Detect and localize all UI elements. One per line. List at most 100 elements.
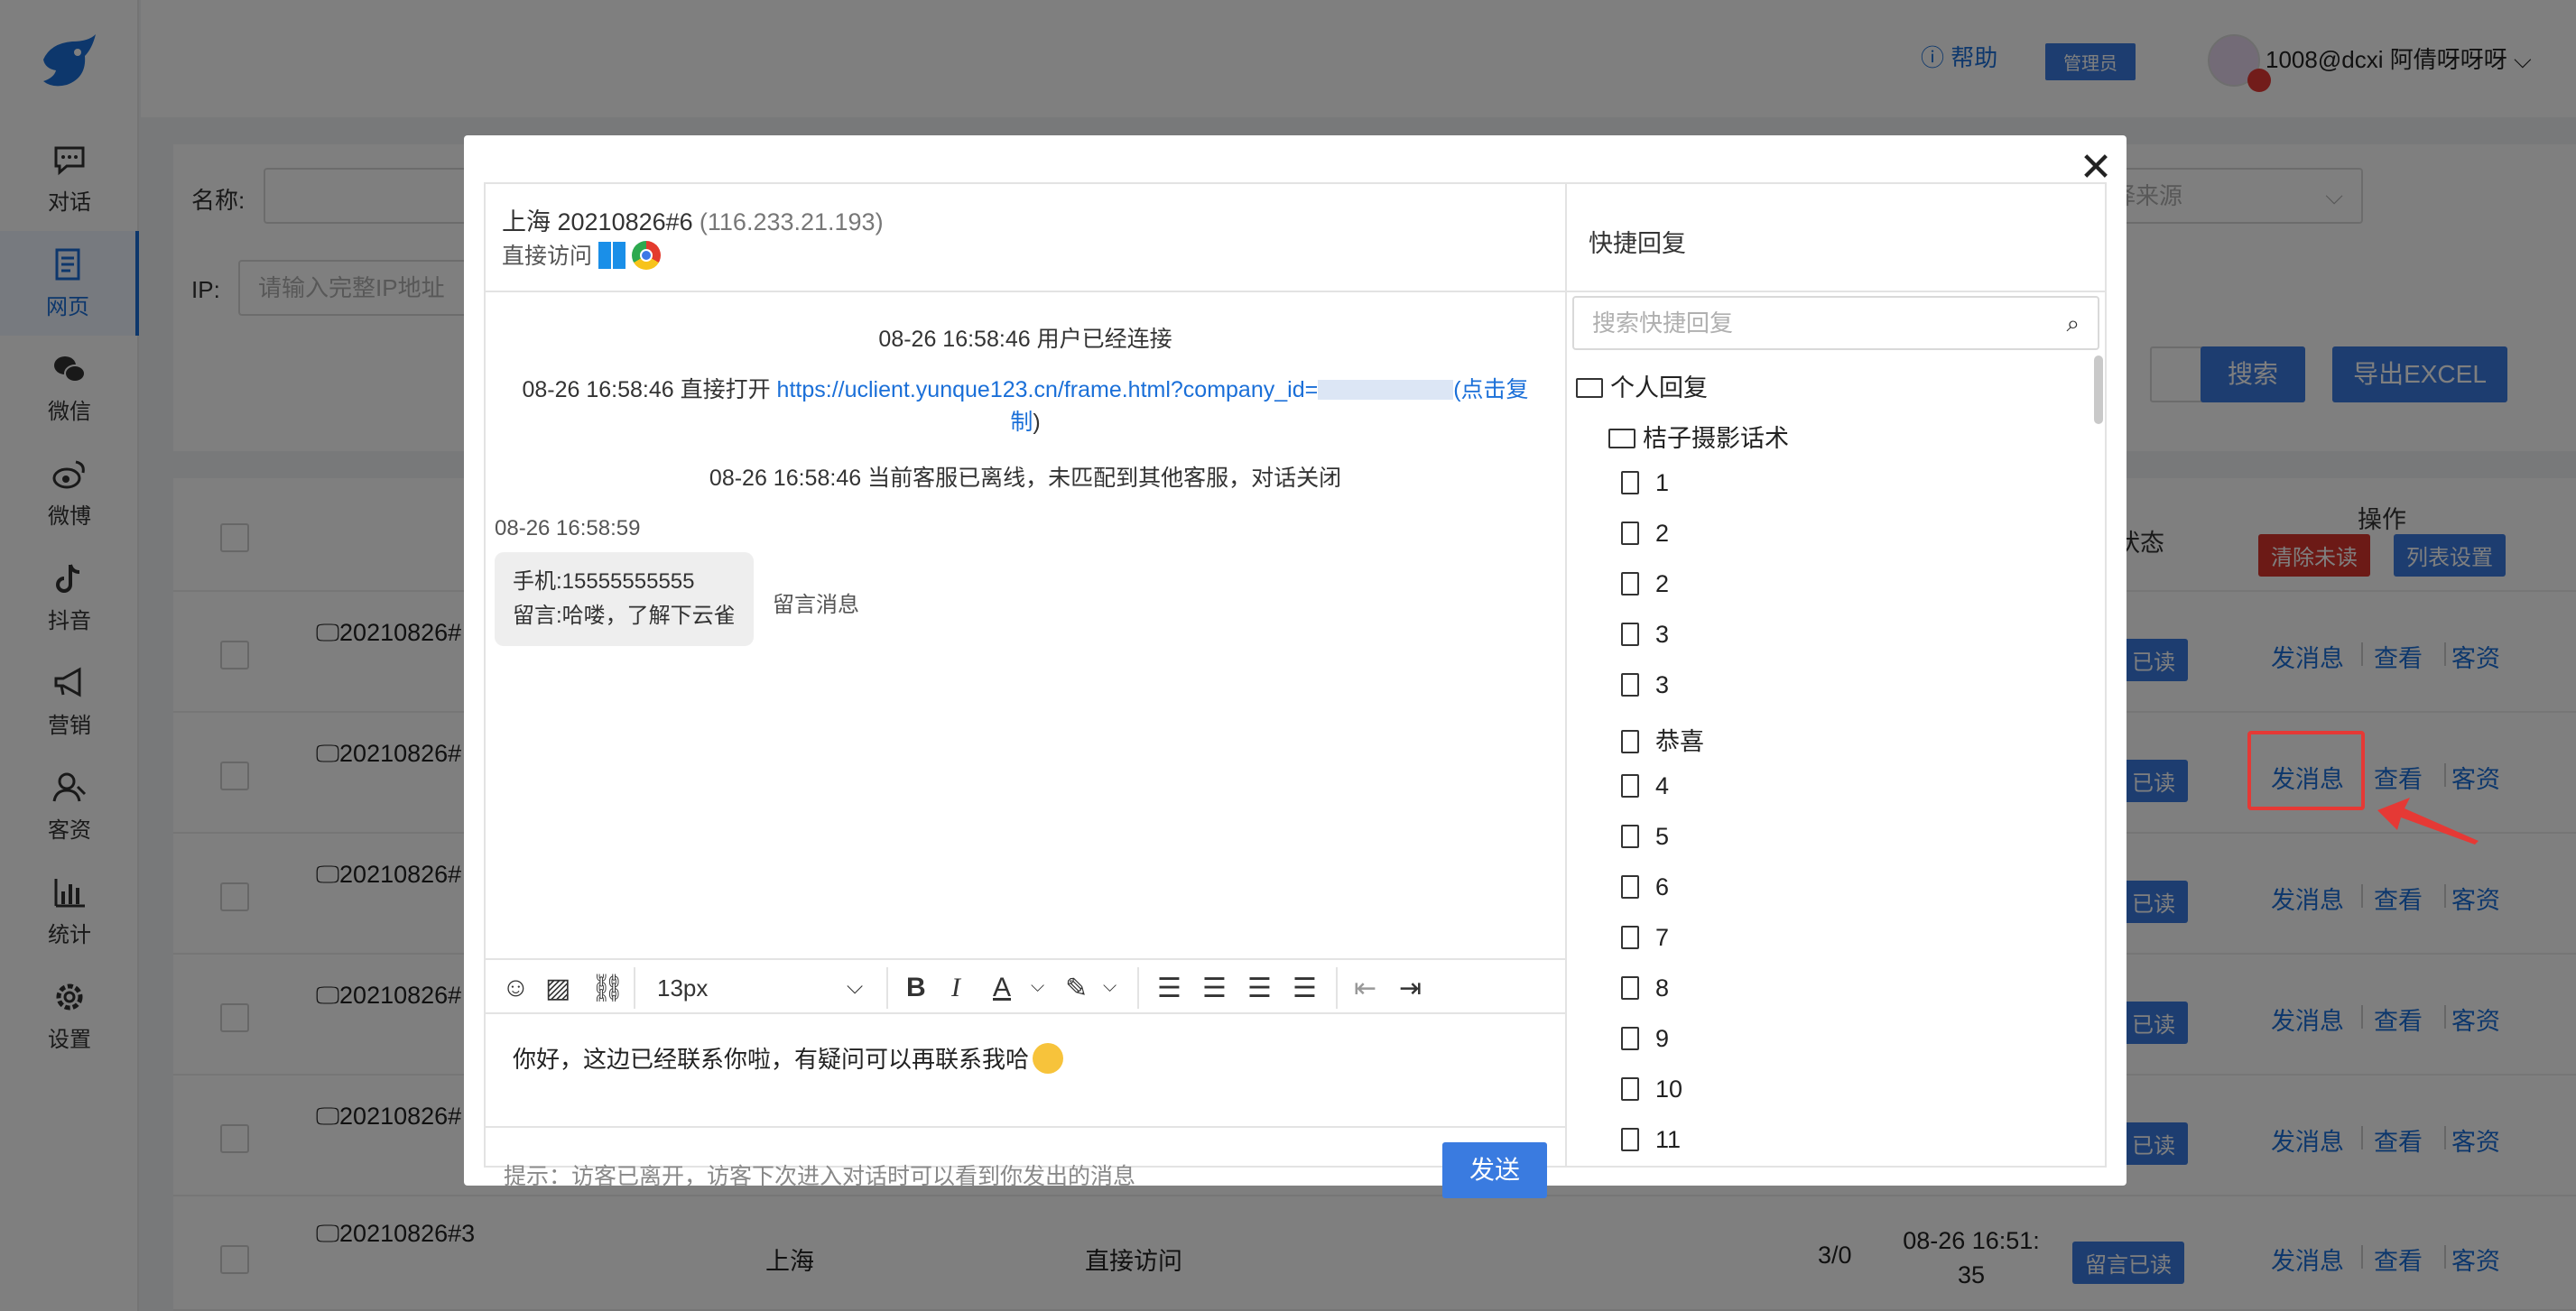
list-item[interactable]: 8 <box>1621 974 1669 1002</box>
folder-personal[interactable]: 个人回复 <box>1576 368 1708 403</box>
file-icon <box>1621 730 1639 753</box>
list-item[interactable]: 3 <box>1621 621 1669 649</box>
bubble-line-1: 手机:15555555555 <box>513 569 695 594</box>
leave-message-label: 留言消息 <box>773 593 859 617</box>
outdent-icon[interactable]: ⇤ <box>1354 973 1376 1004</box>
emoji-icon[interactable]: ☺ <box>502 973 530 1003</box>
item-label: 7 <box>1655 924 1670 951</box>
item-label: 2 <box>1655 570 1670 597</box>
visitor-ip: (116.233.21.193) <box>699 208 884 235</box>
item-label: 10 <box>1655 1076 1683 1103</box>
list-item[interactable]: 2 <box>1621 520 1669 548</box>
search-icon[interactable]: ⌕ <box>2066 298 2080 348</box>
chevron-down-icon[interactable]: ⌵ <box>1103 976 1117 997</box>
copy-link[interactable]: (点击复 <box>1453 377 1528 402</box>
align-right-icon[interactable]: ☰ <box>1247 973 1272 1004</box>
align-justify-icon[interactable]: ☰ <box>1293 973 1317 1004</box>
page-url-link[interactable]: https://uclient.yunque123.cn/frame.html?… <box>777 377 1319 402</box>
divider <box>886 967 888 1009</box>
file-icon <box>1621 471 1639 494</box>
font-size-select[interactable]: 13px <box>657 974 708 1002</box>
item-label: 2 <box>1655 520 1670 547</box>
quick-reply-title: 快捷回复 <box>1589 230 1686 257</box>
file-icon <box>1621 774 1639 798</box>
link-icon[interactable]: ⛓ <box>590 973 625 1004</box>
folder-label: 个人回复 <box>1610 374 1708 402</box>
image-icon[interactable]: ▨ <box>545 973 570 1004</box>
italic-icon[interactable]: I <box>951 973 960 1003</box>
access-type: 直接访问 <box>502 244 593 269</box>
item-label: 6 <box>1655 873 1670 900</box>
item-label: 3 <box>1655 671 1670 698</box>
access-info: 直接访问 <box>502 238 661 271</box>
list-item[interactable]: 3 <box>1621 671 1669 699</box>
hint-text: 提示：访客已离开，访客下次进入对话时可以看到你发出的消息 <box>504 1164 1136 1189</box>
chevron-down-icon[interactable]: ⌵ <box>847 974 863 1000</box>
highlight-box <box>2247 731 2365 810</box>
item-label: 9 <box>1655 1025 1670 1052</box>
scrollbar-thumb[interactable] <box>2094 355 2103 424</box>
divider <box>634 967 635 1009</box>
open-prefix: 08-26 16:58:46 直接打开 <box>522 377 777 402</box>
align-left-icon[interactable]: ☰ <box>1157 973 1181 1004</box>
list-item[interactable]: 2 <box>1621 570 1669 598</box>
chat-panel: 上海 20210826#6 (116.233.21.193) 直接访问 08-2… <box>484 182 1567 1198</box>
chrome-icon <box>631 241 661 270</box>
font-color-icon[interactable]: A <box>993 973 1011 1003</box>
system-message-offline: 08-26 16:58:46 当前客服已离线，未匹配到其他客服，对话关闭 <box>709 466 1342 491</box>
visitor-name: 上海 20210826#6 <box>502 208 693 235</box>
divider <box>1336 967 1338 1009</box>
highlight-icon[interactable]: ✎ <box>1065 973 1088 1004</box>
chat-modal: ✕ 上海 20210826#6 (116.233.21.193) 直接访问 08… <box>464 135 2127 1198</box>
folder-icon <box>1608 429 1635 448</box>
folder-label: 桔子摄影话术 <box>1643 425 1789 452</box>
align-center-icon[interactable]: ☰ <box>1202 973 1227 1004</box>
visitor-info: 上海 20210826#6 (116.233.21.193) <box>502 202 884 237</box>
list-item[interactable]: 9 <box>1621 1025 1669 1053</box>
item-label: 11 <box>1655 1126 1682 1153</box>
copy-link-cont[interactable]: 制 <box>1010 410 1033 435</box>
item-label: 8 <box>1655 974 1670 1002</box>
list-item[interactable]: 恭喜 <box>1621 722 1704 757</box>
copy-link-close: ) <box>1033 410 1041 435</box>
message-input-text: 你好，这边已经联系你啦，有疑问可以再联系我哈 <box>513 1046 1030 1073</box>
bold-icon[interactable]: B <box>906 973 926 1003</box>
message-input[interactable]: 你好，这边已经联系你啦，有疑问可以再联系我哈 <box>513 1041 1064 1075</box>
list-item[interactable]: 7 <box>1621 924 1669 952</box>
list-item[interactable]: 10 <box>1621 1076 1682 1103</box>
file-icon <box>1621 572 1639 595</box>
divider <box>1137 967 1139 1009</box>
file-icon <box>1621 976 1639 1000</box>
list-item[interactable]: 1 <box>1621 469 1669 497</box>
list-item[interactable]: 11 <box>1621 1126 1681 1154</box>
folder-orange-photo[interactable]: 桔子摄影话术 <box>1608 419 1789 454</box>
font-size-value: 13px <box>657 974 709 1002</box>
list-item[interactable]: 4 <box>1621 772 1669 800</box>
file-icon <box>1621 1027 1639 1050</box>
red-arrow-icon <box>2377 798 2479 845</box>
editor-toolbar: ☺ ▨ ⛓ 13px ⌵ B I A ⌵ ✎ ⌵ ☰ ☰ ☰ ☰ ⇤ ⇥ <box>486 958 1565 1014</box>
divider <box>486 1126 1565 1128</box>
bubble-line-2: 留言:哈喽，了解下云雀 <box>513 604 736 628</box>
file-icon <box>1621 673 1639 697</box>
list-item[interactable]: 5 <box>1621 823 1669 851</box>
chevron-down-icon[interactable]: ⌵ <box>1031 976 1044 997</box>
item-label: 3 <box>1655 621 1670 648</box>
file-icon <box>1621 875 1639 899</box>
file-icon <box>1621 623 1639 646</box>
divider <box>1567 291 2105 292</box>
system-message-open: 08-26 16:58:46 直接打开 https://uclient.yunq… <box>486 374 1565 439</box>
windows-icon <box>598 242 625 269</box>
folder-icon <box>1576 378 1603 398</box>
item-label: 恭喜 <box>1655 728 1704 755</box>
list-item[interactable]: 6 <box>1621 873 1669 901</box>
indent-icon[interactable]: ⇥ <box>1399 973 1422 1004</box>
quick-reply-search-input[interactable]: 搜索快捷回复 ⌕ <box>1572 296 2099 350</box>
search-placeholder: 搜索快捷回复 <box>1592 309 1734 337</box>
file-icon <box>1621 825 1639 848</box>
quick-reply-panel: 快捷回复 搜索快捷回复 ⌕ 个人回复 桔子摄影话术 1 2 2 3 3 恭喜 4 … <box>1567 182 2107 1168</box>
file-icon <box>1621 1128 1639 1151</box>
send-button[interactable]: 发送 <box>1442 1142 1547 1198</box>
message-bubble: 手机:15555555555 留言:哈喽，了解下云雀 <box>495 552 754 646</box>
file-icon <box>1621 1077 1639 1101</box>
